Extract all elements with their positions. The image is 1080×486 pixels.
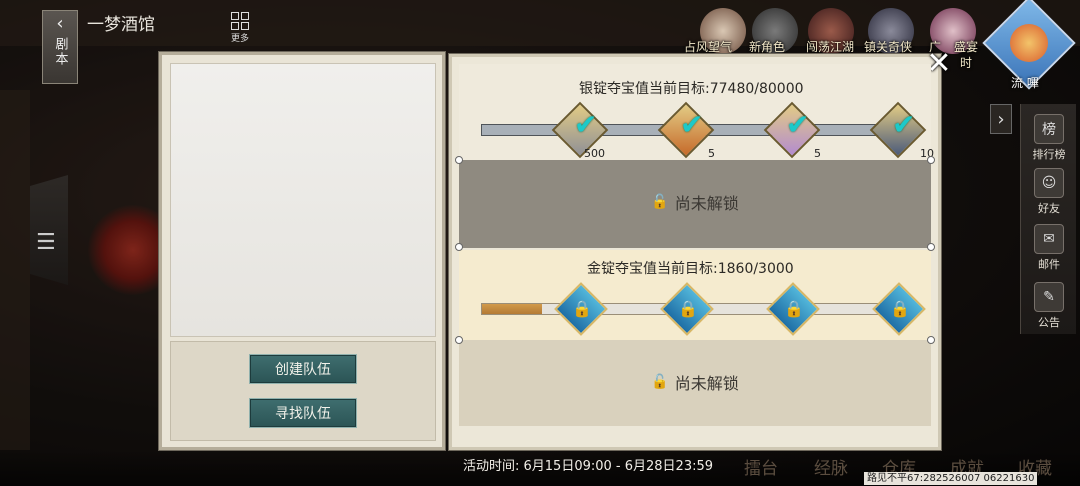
- expand-arrow-button[interactable]: ›: [990, 104, 1012, 134]
- reward-quantity: 5: [814, 147, 821, 160]
- reward-quantity: 500: [584, 147, 605, 160]
- side-item-ranking[interactable]: 榜 排行榜: [1021, 114, 1077, 162]
- check-icon: ✔: [892, 108, 916, 141]
- divider-dot: [455, 156, 463, 164]
- lock-icon: 🔒: [890, 299, 910, 318]
- script-tab-label: 剧本: [52, 37, 68, 67]
- team-list-area: [170, 63, 436, 337]
- event-label-new-role: 新角色: [749, 40, 786, 54]
- divider-dot: [927, 156, 935, 164]
- event-label-chuangdang: 闯荡江湖: [806, 40, 855, 54]
- silver-locked-text: 尚未解锁: [674, 194, 739, 213]
- reward-quantity: 5: [708, 147, 715, 160]
- event-label-zhenguan: 镇关奇侠: [864, 40, 913, 54]
- side-item-announcement[interactable]: ✎ 公告: [1021, 282, 1077, 330]
- ranking-icon: 榜: [1034, 114, 1064, 144]
- divider-dot: [455, 336, 463, 344]
- gold-locked-text: 尚未解锁: [674, 374, 739, 393]
- lock-icon: 🔓: [651, 194, 669, 210]
- side-item-label: 邮件: [1038, 258, 1060, 271]
- check-icon: ✔: [574, 108, 598, 141]
- side-item-label: 排行榜: [1032, 148, 1066, 161]
- side-item-label: 好友: [1038, 202, 1060, 215]
- divider-dot: [927, 243, 935, 251]
- chevron-right-icon: ›: [997, 108, 1005, 130]
- script-back-tab[interactable]: ‹ 剧本: [42, 10, 78, 84]
- chevron-left-icon: ‹: [56, 13, 64, 34]
- hamburger-menu-icon[interactable]: ☰: [36, 230, 56, 255]
- gold-target-title: 金锭夺宝值当前目标:1860/3000: [587, 261, 794, 277]
- nav-meridian[interactable]: 经脉: [814, 454, 848, 479]
- player-id-text: 路见不平67:282526007 06221630: [864, 472, 1038, 485]
- mail-icon: ✉: [1034, 224, 1064, 254]
- more-label: 更多: [230, 34, 249, 44]
- lock-icon: 🔓: [651, 374, 669, 390]
- lock-icon: 🔒: [784, 299, 804, 318]
- event-label-zhanfeng: 占风望气: [684, 40, 733, 54]
- lock-icon: 🔒: [572, 299, 592, 318]
- announcement-icon: ✎: [1034, 282, 1064, 312]
- event-label-shi: 时: [960, 56, 973, 70]
- activity-time: 活动时间: 6月15日09:00 - 6月28日23:59: [463, 459, 714, 474]
- side-item-friends[interactable]: ☺ 好友: [1021, 168, 1077, 216]
- grid-icon: [228, 12, 252, 30]
- event-label-shengyan: 盛宴: [954, 40, 979, 54]
- lock-icon: 🔒: [678, 299, 698, 318]
- side-item-label: 公告: [1038, 316, 1060, 329]
- silver-target-title: 银锭夺宝值当前目标:77480/80000: [579, 81, 804, 97]
- gold-progress-fill: [482, 304, 542, 314]
- side-item-mail[interactable]: ✉ 邮件: [1021, 224, 1077, 272]
- friends-icon: ☺: [1034, 168, 1064, 198]
- divider-dot: [927, 336, 935, 344]
- liusheng-emblem-icon: [1010, 24, 1048, 62]
- more-button[interactable]: 更多: [228, 12, 252, 44]
- create-team-button[interactable]: 创建队伍: [249, 354, 357, 384]
- team-panel: 创建队伍 寻找队伍: [159, 52, 445, 450]
- team-actions: 创建队伍 寻找队伍: [170, 341, 436, 441]
- silver-locked-bar: 🔓 尚未解锁: [459, 190, 931, 214]
- check-icon: ✔: [680, 108, 704, 141]
- divider-dot: [455, 243, 463, 251]
- check-icon: ✔: [786, 108, 810, 141]
- side-menu: 榜 排行榜 ☺ 好友 ✉ 邮件 ✎ 公告: [1020, 104, 1076, 334]
- liusheng-label: 流 嗶: [1011, 76, 1039, 90]
- find-team-button[interactable]: 寻找队伍: [249, 398, 357, 428]
- location-title: 一梦酒馆: [87, 15, 155, 35]
- gold-locked-bar: 🔓 尚未解锁: [459, 370, 931, 394]
- nav-arena[interactable]: 擂台: [744, 454, 778, 479]
